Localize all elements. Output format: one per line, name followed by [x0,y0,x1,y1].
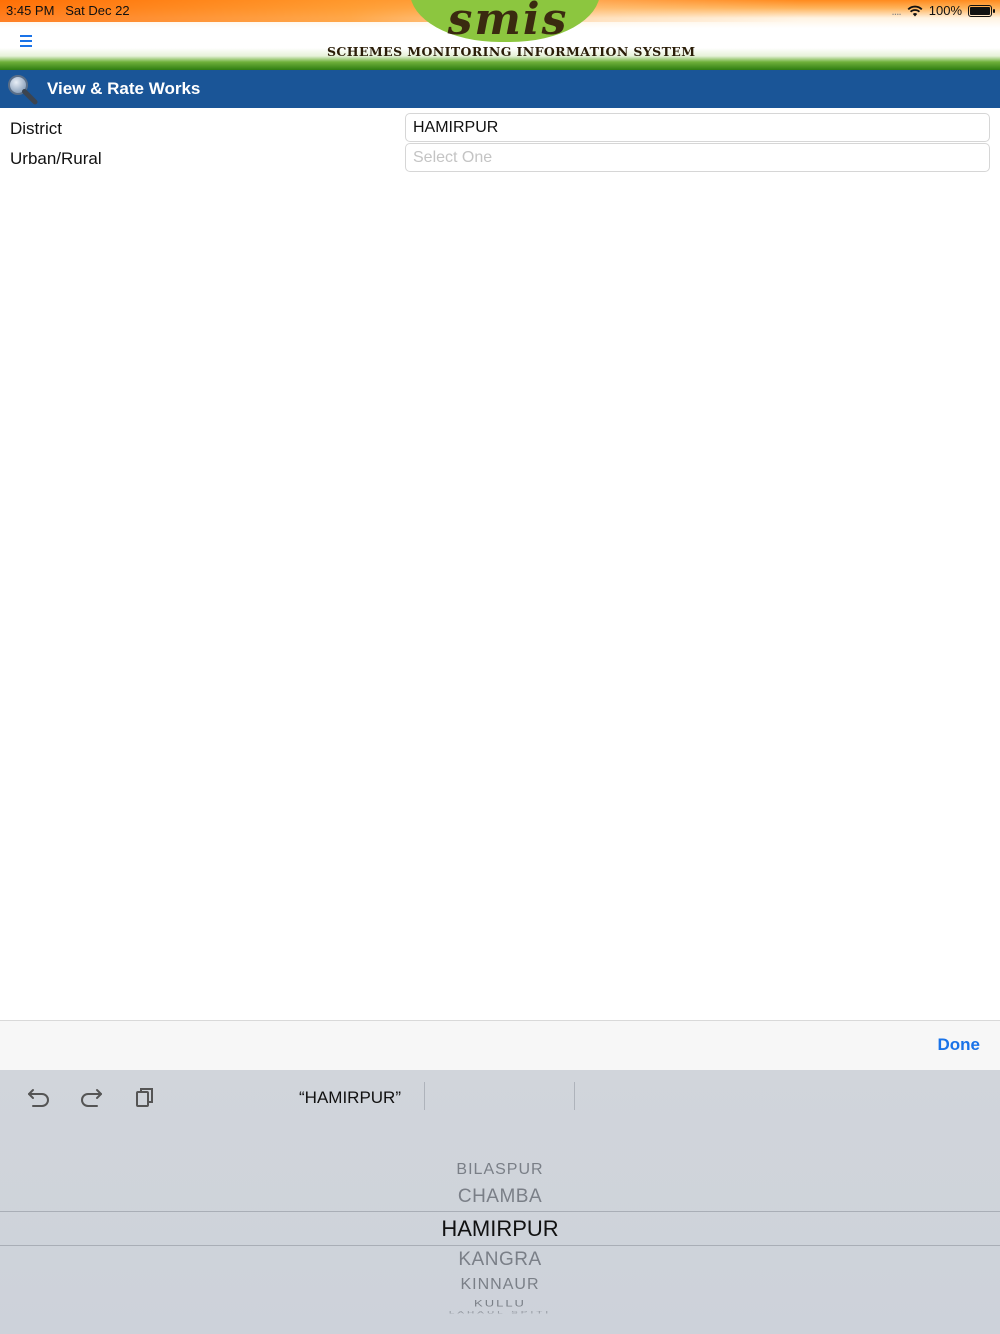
status-time: 3:45 PM Sat Dec 22 [6,3,130,18]
picker-option[interactable]: LAHAUL SPITI [0,1310,1000,1314]
search-icon [8,75,38,105]
suggestion-divider [574,1082,575,1110]
picker-option-selected[interactable]: HAMIRPUR [0,1216,1000,1242]
wifi-icon [907,5,923,16]
autocorrect-suggestion[interactable]: “HAMIRPUR” [275,1088,425,1108]
battery-icon [968,4,995,17]
urban-rural-row: Urban/Rural [0,143,1000,173]
status-time-text: 3:45 PM [6,3,55,18]
done-button[interactable]: Done [938,1035,981,1055]
page-title: View & Rate Works [47,79,201,98]
suggestion-divider [424,1082,425,1110]
district-picker-wheel[interactable]: BILASPUR CHAMBA HAMIRPUR KANGRA KINNAUR … [0,1150,1000,1334]
status-date-text: Sat Dec 22 [65,3,130,18]
hamburger-menu-icon[interactable] [18,33,36,49]
paste-icon[interactable] [132,1086,158,1108]
picker-accessory-bar: Done [0,1020,1000,1070]
logo-script: smis [447,0,569,45]
district-field[interactable] [405,113,990,142]
picker-option[interactable]: KULLU [0,1298,1000,1309]
district-row: District [0,113,1000,143]
redo-icon[interactable] [78,1086,104,1108]
status-right: .... 100% [891,3,995,18]
district-label: District [10,119,62,138]
battery-percent: 100% [928,3,962,18]
picker-option[interactable]: BILASPUR [0,1161,1000,1179]
selection-line-top [0,1211,1000,1212]
signal-dots: .... [891,3,901,18]
urban-rural-label: Urban/Rural [10,149,102,168]
undo-icon[interactable] [26,1086,52,1108]
app-screen: 3:45 PM Sat Dec 22 .... 100% smis SCHEME… [0,0,1000,1334]
header-banner: 3:45 PM Sat Dec 22 .... 100% smis SCHEME… [0,0,1000,70]
title-bar: View & Rate Works [0,70,1000,108]
urban-rural-field[interactable] [405,143,990,172]
logo-caption: SCHEMES MONITORING INFORMATION SYSTEM [327,44,696,59]
selection-line-bottom [0,1245,1000,1246]
picker-option[interactable]: KANGRA [0,1249,1000,1271]
picker-area: “HAMIRPUR” BILASPUR CHAMBA HAMIRPUR KANG… [0,1070,1000,1334]
picker-option[interactable]: KINNAUR [0,1276,1000,1294]
picker-option[interactable]: CHAMBA [0,1186,1000,1208]
